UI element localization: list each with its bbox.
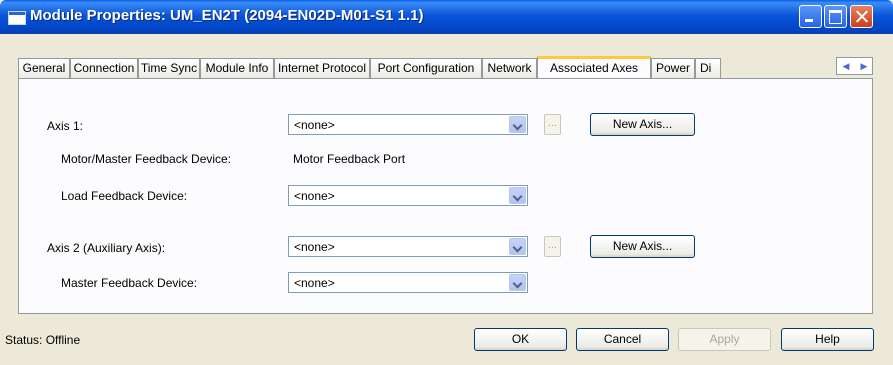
axis1-label: Axis 1:: [47, 119, 84, 133]
window-title: Module Properties: UM_EN2T (2094-EN02D-M…: [30, 7, 424, 24]
motor-master-feedback-label: Motor/Master Feedback Device:: [61, 152, 232, 166]
axis1-browse-button: ...: [544, 114, 561, 135]
module-properties-dialog: Module Properties: UM_EN2T (2094-EN02D-M…: [0, 0, 893, 365]
load-feedback-select-value: <none>: [294, 189, 335, 203]
tab-time-sync[interactable]: Time Sync: [138, 58, 200, 78]
axis2-browse-button: ...: [544, 236, 561, 257]
load-feedback-select[interactable]: <none>: [288, 185, 528, 206]
tab-scroll-left-icon[interactable]: ◀: [837, 58, 855, 74]
chevron-down-icon[interactable]: [509, 187, 526, 204]
chevron-down-icon[interactable]: [509, 238, 526, 255]
axis1-new-axis-button[interactable]: New Axis...: [590, 113, 695, 136]
axis2-select[interactable]: <none>: [288, 236, 528, 257]
tab-network[interactable]: Network: [482, 58, 537, 78]
master-feedback-label: Master Feedback Device:: [61, 276, 198, 290]
master-feedback-select[interactable]: <none>: [288, 272, 528, 293]
load-feedback-label: Load Feedback Device:: [61, 189, 188, 203]
apply-button: Apply: [678, 328, 771, 351]
minimize-button[interactable]: [799, 5, 822, 28]
window-icon: [8, 11, 26, 25]
axis1-select[interactable]: <none>: [288, 114, 528, 135]
chevron-down-icon[interactable]: [509, 274, 526, 291]
tab-scroll-buttons: ◀ ▶: [836, 57, 873, 75]
chevron-down-icon[interactable]: [509, 116, 526, 133]
axis2-select-value: <none>: [294, 240, 335, 254]
tab-module-info[interactable]: Module Info: [200, 58, 274, 78]
tab-port-configuration[interactable]: Port Configuration: [370, 58, 482, 78]
axis1-select-value: <none>: [294, 118, 335, 132]
tab-connection[interactable]: Connection: [70, 58, 138, 78]
tab-scroll-right-icon[interactable]: ▶: [855, 58, 873, 74]
tab-power[interactable]: Power: [651, 58, 695, 78]
tab-associated-axes[interactable]: Associated Axes: [537, 56, 651, 78]
tab-internet-protocol[interactable]: Internet Protocol: [274, 58, 370, 78]
ok-button[interactable]: OK: [474, 328, 567, 351]
close-button[interactable]: [850, 5, 873, 28]
cancel-button[interactable]: Cancel: [576, 328, 669, 351]
tab-di-truncated[interactable]: Di: [695, 58, 721, 78]
motor-master-feedback-value: Motor Feedback Port: [293, 152, 406, 166]
maximize-button[interactable]: [824, 5, 847, 28]
help-button[interactable]: Help: [781, 328, 874, 351]
tab-general[interactable]: General: [18, 58, 70, 78]
status-text: Status: Offline: [5, 333, 81, 347]
tab-strip: General Connection Time Sync Module Info…: [18, 56, 872, 78]
axis2-label: Axis 2 (Auxiliary Axis):: [47, 241, 166, 255]
master-feedback-select-value: <none>: [294, 276, 335, 290]
axis2-new-axis-button[interactable]: New Axis...: [590, 235, 695, 258]
title-bar[interactable]: Module Properties: UM_EN2T (2094-EN02D-M…: [0, 0, 893, 34]
associated-axes-panel: Axis 1: <none> ... New Axis... Motor/Mas…: [18, 78, 873, 314]
